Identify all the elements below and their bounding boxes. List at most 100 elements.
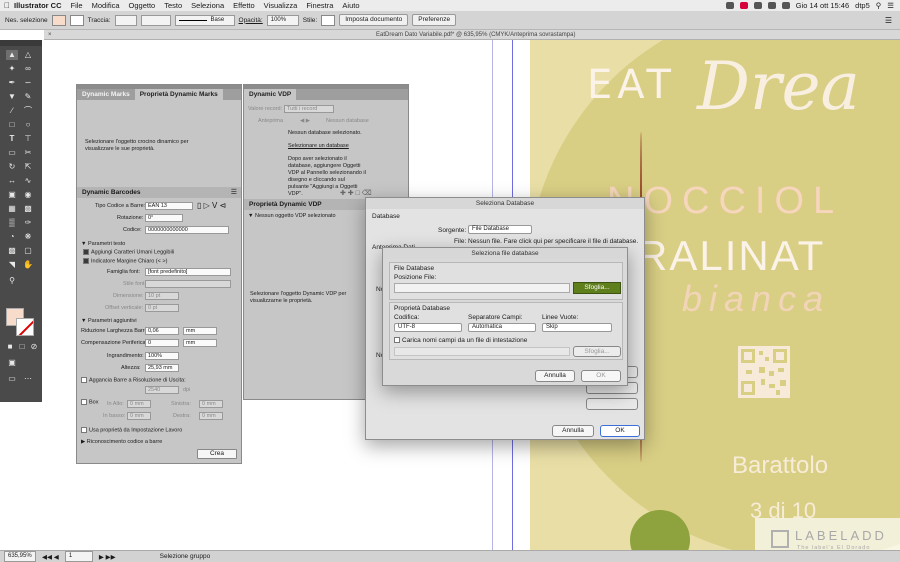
hook-resolution-checkbox[interactable]: Aggancia Barre a Risoluzione di Uscita:: [81, 377, 186, 383]
menu-file[interactable]: File: [71, 1, 83, 10]
zoom-tool-icon[interactable]: ⚲: [6, 276, 18, 286]
pencil-tool-icon[interactable]: ✎: [22, 92, 34, 102]
tab-dynamic-vdp[interactable]: Dynamic VDP: [244, 89, 297, 100]
document-tab[interactable]: × EatDream Dato Variabile.pdf* @ 635,95%…: [44, 30, 900, 40]
clock[interactable]: Gio 14 ott 15:46: [796, 1, 849, 10]
more-tools-icon[interactable]: ⋯: [22, 374, 34, 384]
menu-edit[interactable]: Modifica: [92, 1, 120, 10]
document-setup-button[interactable]: Imposta documento: [339, 14, 409, 26]
barcodes-menu-icon[interactable]: ☰: [231, 187, 237, 198]
height-field[interactable]: 25,93 mm: [145, 364, 179, 372]
tab-dynamic-marks-props[interactable]: Proprietà Dynamic Marks: [134, 89, 223, 100]
volume-icon[interactable]: [781, 2, 790, 9]
close-tab-icon[interactable]: ×: [44, 30, 52, 40]
eraser-tool-icon[interactable]: ▭: [6, 148, 18, 158]
tab-dynamic-marks[interactable]: Dynamic Marks: [77, 89, 135, 100]
browse-button[interactable]: Sfoglia...: [573, 282, 621, 294]
opacity-field[interactable]: 100%: [266, 14, 299, 26]
box-checkbox[interactable]: Box: [81, 399, 98, 405]
preferences-button[interactable]: Preferenze: [412, 14, 457, 26]
menu-view[interactable]: Visualizza: [264, 1, 298, 10]
barcodes-header[interactable]: Dynamic Barcodes ☰: [77, 187, 241, 198]
perspective-tool-icon[interactable]: ▦: [6, 204, 18, 214]
wifi-icon[interactable]: [767, 2, 776, 9]
header-file-checkbox[interactable]: Carica nomi campi da un file di intestaz…: [394, 337, 527, 344]
file-link[interactable]: Nessun file. Fare click qui per specific…: [468, 238, 638, 245]
font-style-select[interactable]: [145, 280, 231, 288]
create-button[interactable]: Crea: [197, 449, 237, 459]
style-swatch[interactable]: [321, 14, 336, 26]
color-mode-icon[interactable]: ■: [4, 342, 16, 352]
bar-reduction-field[interactable]: 0,06: [145, 327, 179, 335]
empty-lines-select[interactable]: Skip: [542, 323, 612, 332]
slice-tool-icon[interactable]: ◥: [6, 260, 18, 270]
separator-select[interactable]: Automatica: [468, 323, 536, 332]
menu-type[interactable]: Testo: [164, 1, 182, 10]
workspace-checkbox[interactable]: Usa proprietà da Impostazione Lavoro: [81, 427, 182, 433]
search-icon[interactable]: ⚲: [876, 1, 882, 10]
direct-selection-tool-icon[interactable]: △: [22, 50, 34, 60]
browse-header-button[interactable]: Sfoglia...: [573, 346, 621, 357]
brush-select[interactable]: Base: [174, 14, 235, 26]
rotation-field[interactable]: 0°: [145, 214, 183, 222]
bar-reduction-unit[interactable]: mm: [183, 327, 217, 335]
touch-type-tool-icon[interactable]: ⊤: [22, 134, 34, 144]
side-button-3[interactable]: [586, 398, 638, 410]
menu-object[interactable]: Oggetto: [129, 1, 156, 10]
font-family-select[interactable]: [font predefinito]: [145, 268, 231, 276]
mesh-tool-icon[interactable]: ▩: [22, 204, 34, 214]
artboard-nav-icon[interactable]: ◀◀ ◀: [42, 553, 59, 561]
db-ok-button[interactable]: OK: [600, 425, 640, 437]
blend-tool-icon[interactable]: ◔: [6, 232, 18, 242]
text-params-section[interactable]: ▼ Parametri testo: [81, 241, 125, 247]
select-database-link[interactable]: Selezionare un database: [288, 143, 349, 149]
status-app-icon[interactable]: [725, 2, 734, 9]
file-position-field[interactable]: [394, 283, 570, 293]
ellipse-tool-icon[interactable]: ○: [22, 120, 34, 130]
pen-tool-icon[interactable]: ✒: [6, 78, 18, 88]
panel-menu-icon[interactable]: ☰: [885, 16, 892, 25]
scissors-tool-icon[interactable]: ✂: [22, 148, 34, 158]
barcode-shape-buttons[interactable]: ▯ ▷ V ⊲: [197, 201, 226, 210]
code-field[interactable]: 0000000000000: [145, 226, 229, 234]
anchor-tool-icon[interactable]: ▼: [6, 92, 18, 102]
line-tool-icon[interactable]: ∕: [6, 106, 18, 116]
dpi-field[interactable]: 2540: [145, 386, 179, 394]
gradient-tool-icon[interactable]: ▒: [6, 218, 18, 228]
stroke-swatch[interactable]: [69, 14, 84, 26]
menu-window[interactable]: Finestra: [306, 1, 333, 10]
menu-select[interactable]: Seleziona: [191, 1, 224, 10]
artboard-tool-icon[interactable]: ▢: [22, 246, 34, 256]
user-name[interactable]: dtp5: [855, 1, 870, 10]
db-cancel-button[interactable]: Annulla: [552, 425, 594, 437]
extra-params-section[interactable]: ▼ Parametri aggiuntivi: [81, 318, 137, 324]
size-field[interactable]: 10 pt: [145, 292, 179, 300]
bluetooth-icon[interactable]: [753, 2, 762, 9]
menu-effect[interactable]: Effetto: [233, 1, 255, 10]
shape-builder-tool-icon[interactable]: ◉: [22, 190, 34, 200]
screen-mode-icon[interactable]: ▭: [6, 374, 18, 384]
box-top-field[interactable]: 0 mm: [127, 400, 151, 408]
records-select[interactable]: Tutti i record: [284, 105, 334, 113]
draw-mode-icon[interactable]: ▣: [6, 358, 18, 368]
box-left-field[interactable]: 0 mm: [199, 412, 223, 420]
barcode-type-select[interactable]: EAN 13: [145, 202, 193, 210]
box-right-field[interactable]: 0 mm: [199, 400, 223, 408]
peripheral-unit[interactable]: mm: [183, 339, 217, 347]
file-cancel-button[interactable]: Annulla: [535, 370, 575, 382]
page-field[interactable]: 1: [64, 551, 93, 562]
hand-tool-icon[interactable]: ✋: [22, 260, 34, 270]
stroke-profile-field[interactable]: [140, 14, 171, 26]
eyedropper-tool-icon[interactable]: ✑: [22, 218, 34, 228]
apple-icon[interactable]: : [0, 1, 14, 10]
margin-indicator-checkbox[interactable]: Indicatore Margine Chiaro (< >): [83, 258, 167, 264]
graph-tool-icon[interactable]: ▩: [6, 246, 18, 256]
type-tool-icon[interactable]: T: [6, 134, 18, 144]
arc-tool-icon[interactable]: ⌒: [22, 106, 34, 116]
header-file-field[interactable]: [394, 347, 570, 356]
warp-tool-icon[interactable]: ∿: [22, 176, 34, 186]
list-icon[interactable]: ☰: [887, 1, 894, 10]
symbol-sprayer-tool-icon[interactable]: ❋: [22, 232, 34, 242]
magic-wand-tool-icon[interactable]: ✦: [6, 64, 18, 74]
peripheral-field[interactable]: 0: [145, 339, 179, 347]
